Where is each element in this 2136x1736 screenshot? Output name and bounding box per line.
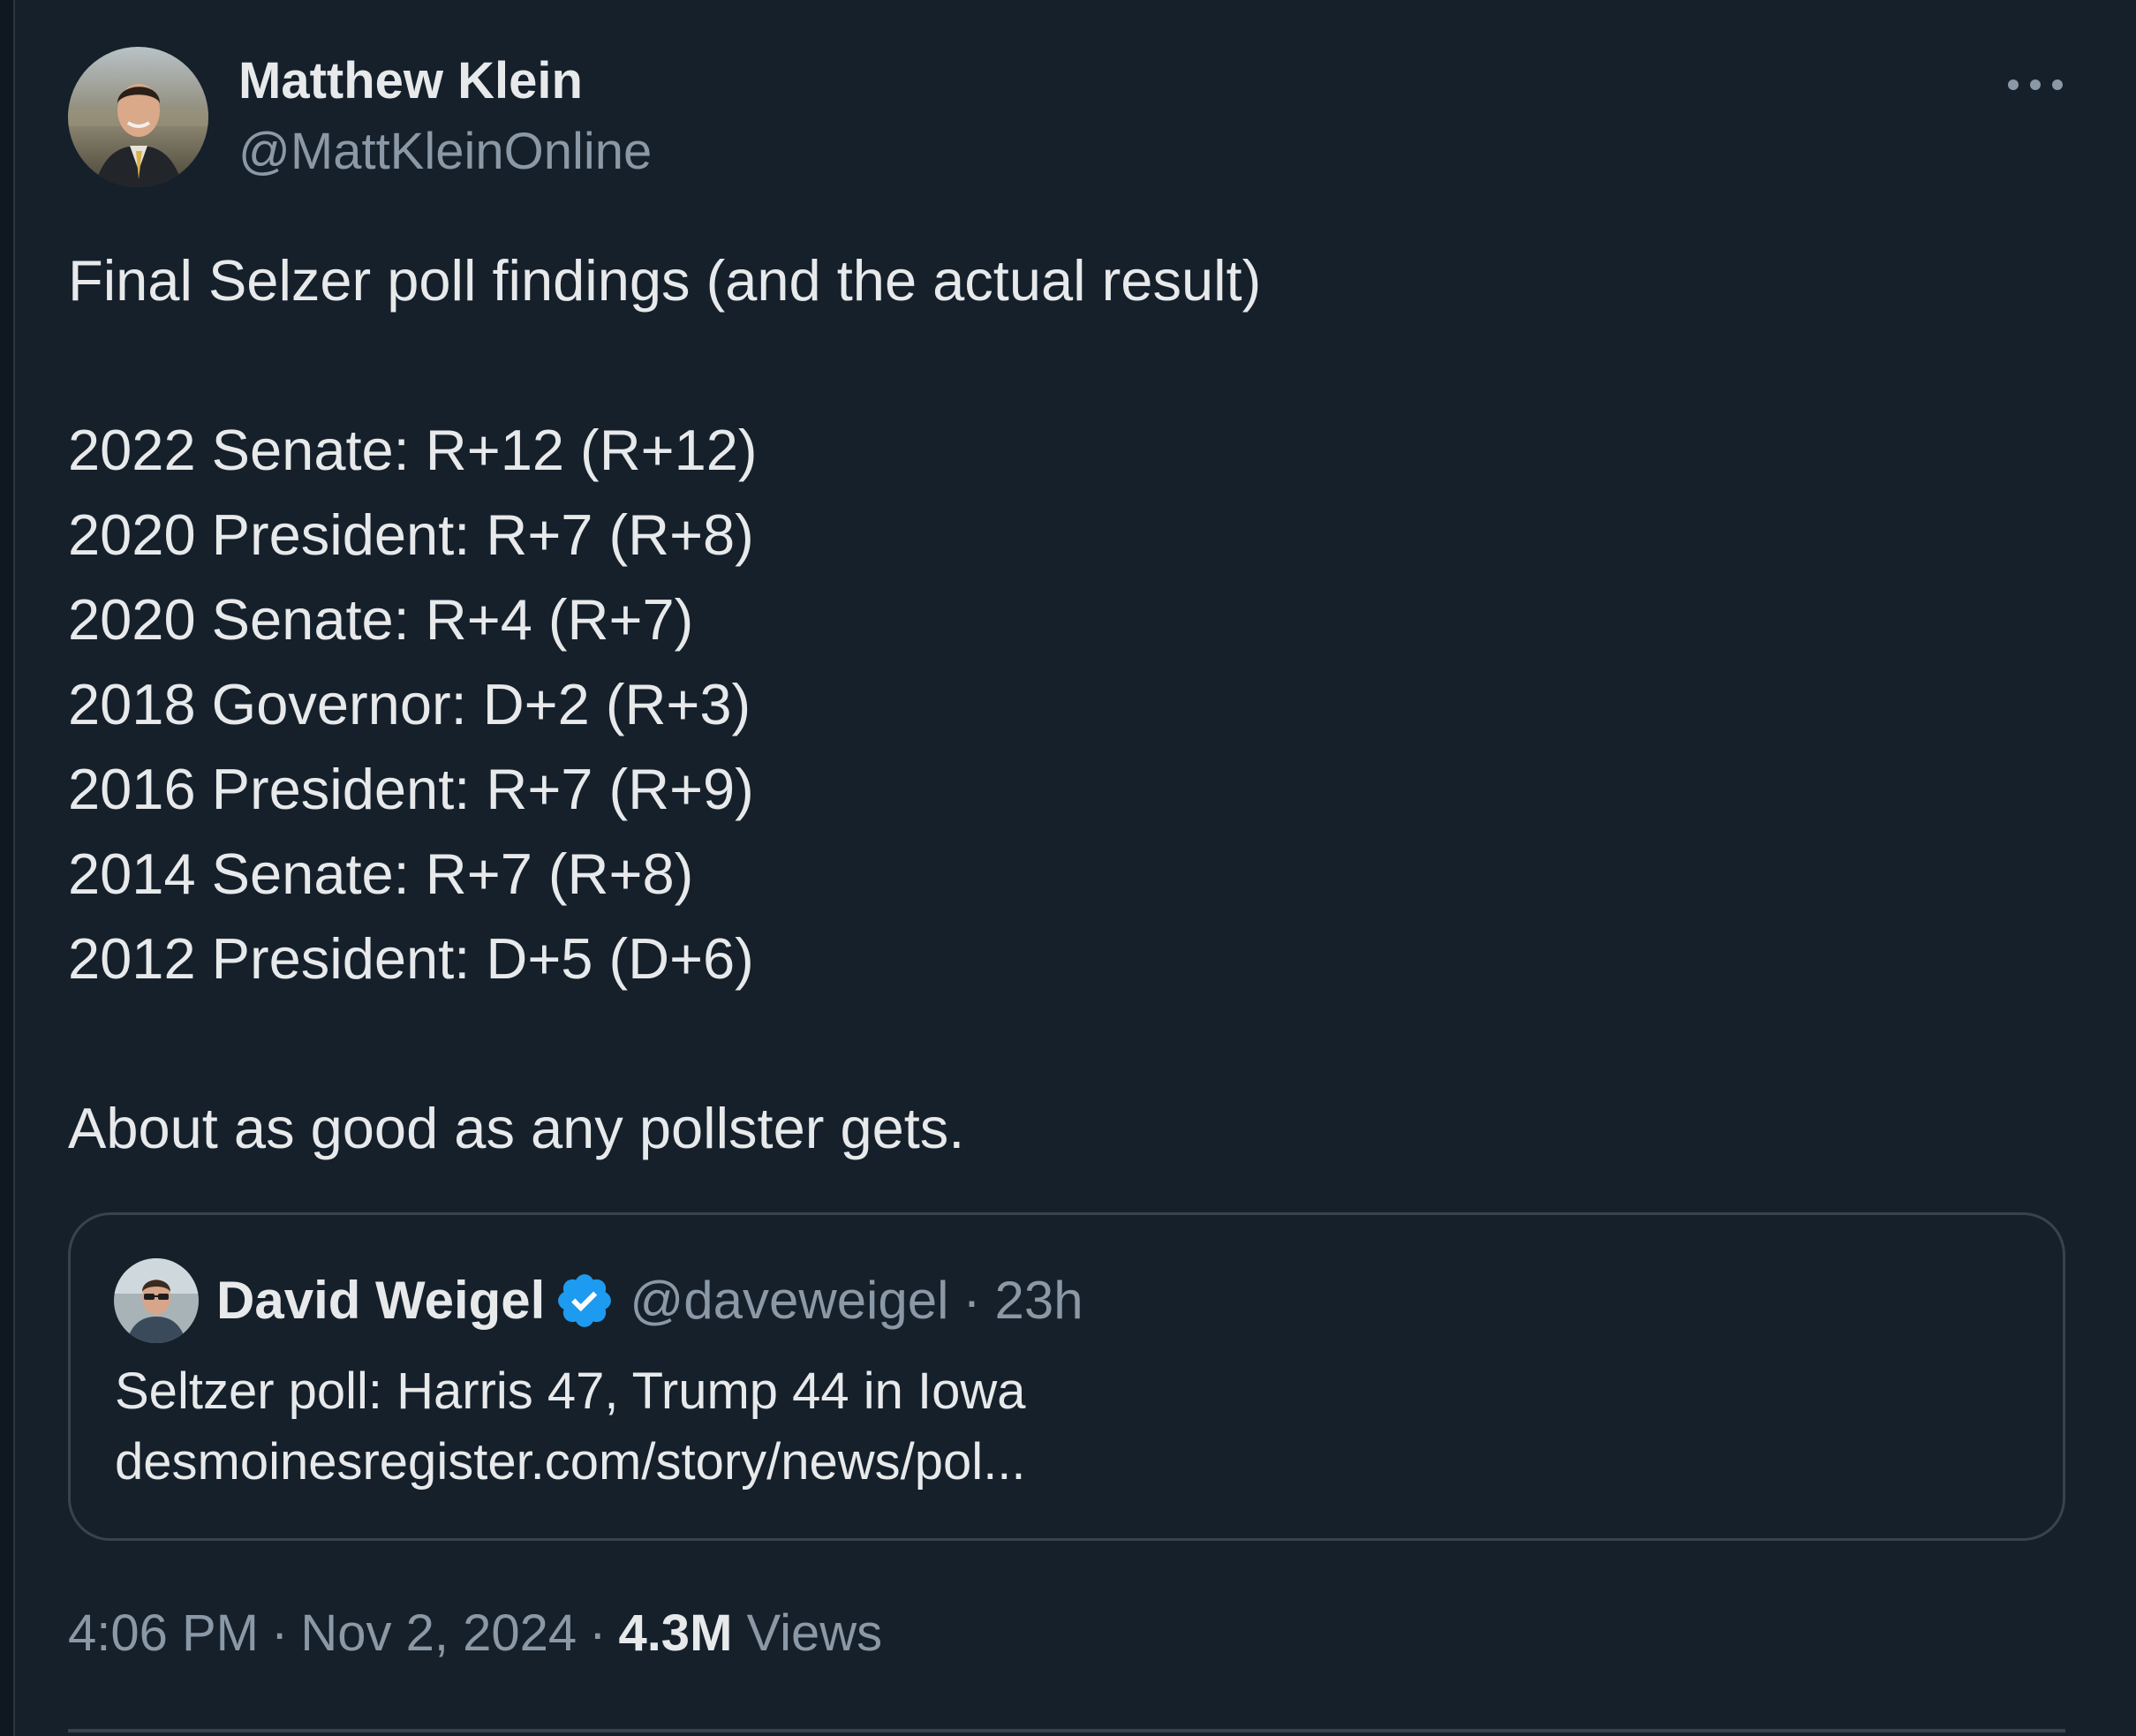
- separator-dot: ·: [962, 1271, 981, 1330]
- tweet-closing: About as good as any pollster gets.: [68, 1096, 965, 1160]
- left-divider: [0, 0, 15, 1736]
- verified-badge-icon: [558, 1274, 612, 1327]
- author-avatar[interactable]: [68, 47, 208, 187]
- quoted-tweet[interactable]: David Weigel @daveweigel · 23h Seltzer p…: [68, 1212, 2065, 1541]
- author-handle[interactable]: @MattKleinOnline: [238, 117, 652, 187]
- quoted-text: Seltzer poll: Harris 47, Trump 44 in Iow…: [115, 1356, 1026, 1498]
- separator-dot: ·: [589, 1604, 607, 1662]
- result-line: 2020 Senate: R+4 (R+7): [68, 587, 694, 652]
- bottom-divider: [68, 1729, 2065, 1732]
- tweet-intro: Final Selzer poll findings (and the actu…: [68, 248, 1262, 313]
- views-label: Views: [746, 1604, 883, 1662]
- tweet-meta: 4:06 PM · Nov 2, 2024 · 4.3M Views: [68, 1596, 882, 1671]
- quoted-author-handle[interactable]: @daveweigel: [630, 1264, 948, 1338]
- result-line: 2012 President: D+5 (D+6): [68, 926, 754, 991]
- quoted-timestamp[interactable]: 23h: [994, 1264, 1083, 1338]
- quoted-author-avatar[interactable]: [114, 1258, 199, 1343]
- result-line: 2022 Senate: R+12 (R+12): [68, 418, 758, 482]
- author-name[interactable]: Matthew Klein: [238, 46, 652, 117]
- quoted-header: David Weigel @daveweigel · 23h: [216, 1264, 1083, 1338]
- author-info: Matthew Klein @MattKleinOnline: [238, 46, 652, 187]
- more-horizontal-icon: [2052, 79, 2063, 90]
- tweet-date[interactable]: Nov 2, 2024: [300, 1604, 577, 1662]
- more-horizontal-icon: [2008, 79, 2019, 90]
- result-line: 2018 Governor: D+2 (R+3): [68, 672, 751, 736]
- tweet: Matthew Klein @MattKleinOnline Final Sel…: [68, 0, 2068, 1736]
- quoted-author-name[interactable]: David Weigel: [216, 1264, 545, 1338]
- result-line: 2016 President: R+7 (R+9): [68, 757, 754, 821]
- quoted-link[interactable]: desmoinesregister.com/story/news/pol...: [115, 1427, 1026, 1498]
- result-line: 2020 President: R+7 (R+8): [68, 502, 754, 567]
- separator-dot: ·: [271, 1604, 289, 1662]
- quoted-text-line: Seltzer poll: Harris 47, Trump 44 in Iow…: [115, 1362, 1026, 1420]
- more-horizontal-icon: [2030, 79, 2041, 90]
- tweet-time[interactable]: 4:06 PM: [68, 1604, 259, 1662]
- tweet-text: Final Selzer poll findings (and the actu…: [68, 238, 2064, 1171]
- result-line: 2014 Senate: R+7 (R+8): [68, 842, 694, 906]
- views-count: 4.3M: [618, 1604, 733, 1662]
- more-options-button[interactable]: [2004, 64, 2066, 104]
